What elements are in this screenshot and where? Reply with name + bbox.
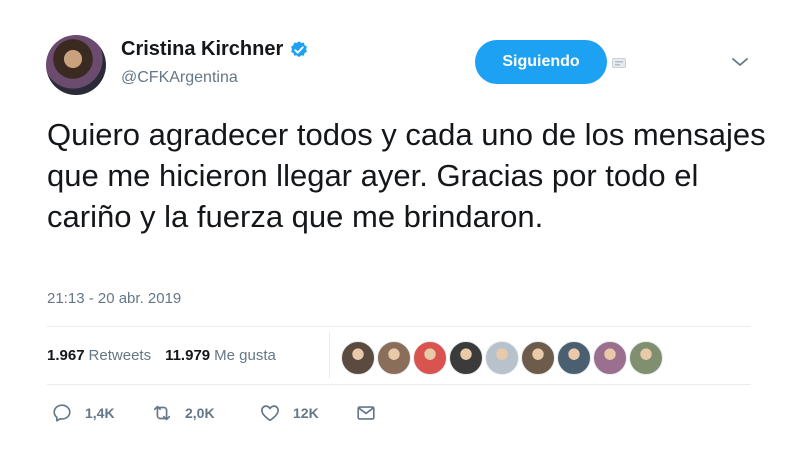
likes-count: 11.979: [165, 347, 211, 364]
verified-badge-icon: [291, 40, 308, 57]
liker-avatars: [341, 341, 663, 375]
retweets-count: 1.967: [47, 347, 85, 364]
chevron-down-icon[interactable]: [731, 56, 749, 68]
divider-top: [47, 326, 751, 327]
engagement-stats: 1.967 Retweets 11.979 Me gusta: [47, 347, 276, 364]
reply-icon: [53, 404, 71, 422]
heart-icon: [261, 405, 279, 422]
liker-avatar[interactable]: [449, 341, 483, 375]
retweet-count: 2,0K: [185, 405, 215, 421]
liker-avatar[interactable]: [521, 341, 555, 375]
liker-avatar[interactable]: [377, 341, 411, 375]
likes-label: Me gusta: [214, 347, 276, 364]
stats-separator: [329, 332, 330, 378]
likes-stat[interactable]: 11.979 Me gusta: [165, 347, 276, 364]
tweet-text: Quiero agradecer todos y cada uno de los…: [47, 117, 766, 234]
avatar[interactable]: [46, 35, 106, 95]
retweet-action[interactable]: 2,0K: [151, 402, 259, 424]
tweet-timestamp[interactable]: 21:13 - 20 abr. 2019: [47, 290, 181, 307]
author-display-name[interactable]: Cristina Kirchner: [121, 38, 309, 61]
display-name-text: Cristina Kirchner: [121, 38, 284, 60]
retweets-stat[interactable]: 1.967 Retweets: [47, 347, 151, 364]
liker-avatar[interactable]: [593, 341, 627, 375]
retweets-label: Retweets: [88, 347, 152, 364]
following-button[interactable]: Siguiendo: [475, 40, 607, 84]
like-action[interactable]: 12K: [259, 402, 355, 424]
message-action[interactable]: [355, 402, 389, 424]
envelope-icon: [357, 406, 375, 420]
divider-bottom: [47, 384, 751, 385]
liker-avatar[interactable]: [485, 341, 519, 375]
liker-avatar[interactable]: [557, 341, 591, 375]
liker-avatar[interactable]: [629, 341, 663, 375]
author-handle[interactable]: @CFKArgentina: [121, 69, 238, 87]
liker-avatar[interactable]: [413, 341, 447, 375]
follow-extension-icon: [612, 58, 626, 68]
reply-count: 1,4K: [85, 405, 115, 421]
reply-action[interactable]: 1,4K: [51, 402, 151, 424]
like-count: 12K: [293, 405, 319, 421]
tweet-actions: 1,4K 2,0K 12K: [51, 402, 389, 424]
liker-avatar[interactable]: [341, 341, 375, 375]
retweet-icon: [153, 405, 171, 421]
